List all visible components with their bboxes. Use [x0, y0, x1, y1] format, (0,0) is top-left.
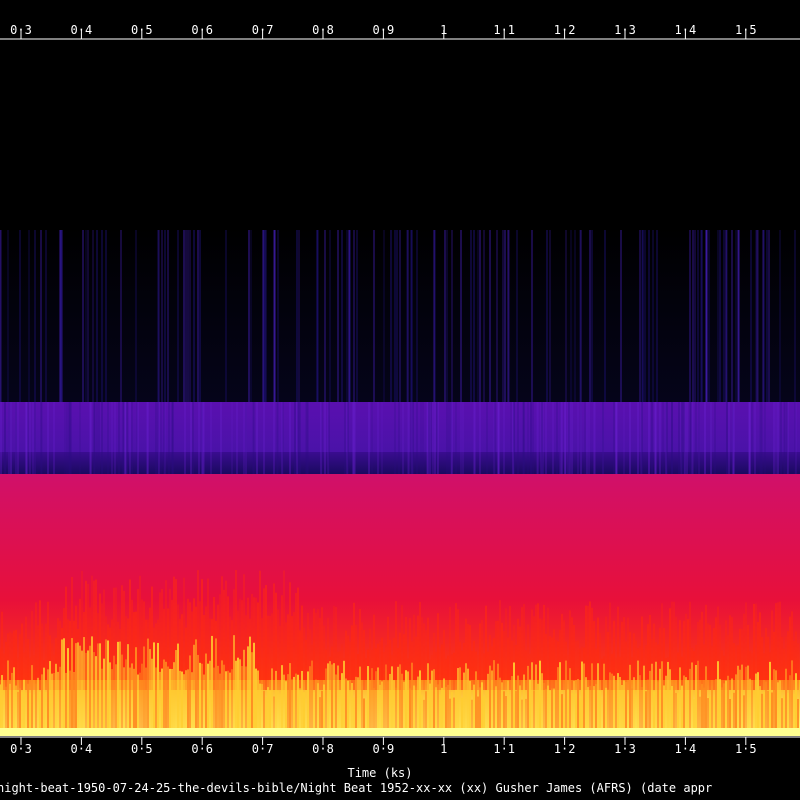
x-tick-label: 1·2	[554, 742, 576, 756]
x-tick-label: 0·3	[10, 23, 32, 37]
x-tick-label: 0·3	[10, 742, 32, 756]
x-tick-label: 1·1	[493, 23, 515, 37]
x-tick-label: 1	[440, 23, 447, 37]
x-tick-label: 0·6	[191, 23, 213, 37]
band-violet-band	[0, 402, 800, 452]
x-tick-label: 0·5	[131, 742, 153, 756]
x-tick-label: 0·4	[71, 742, 93, 756]
band-floor	[0, 728, 800, 736]
x-tick-label: 1·5	[735, 23, 757, 37]
x-tick-label: 0·8	[312, 742, 334, 756]
x-axis-label: Time (ks)	[347, 766, 413, 780]
x-tick-label: 1·4	[675, 742, 697, 756]
band-silent-top	[0, 40, 800, 228]
band-dark-gap	[0, 452, 800, 474]
x-tick-label: 1·1	[493, 742, 515, 756]
x-tick-label: 1·2	[554, 23, 576, 37]
x-tick-label: 1·3	[614, 23, 636, 37]
x-tick-label: 1·4	[675, 23, 697, 37]
x-tick-label: 0·9	[373, 23, 395, 37]
x-tick-label: 0·5	[131, 23, 153, 37]
x-tick-label: 0·6	[191, 742, 213, 756]
bottom-time-axis: 0·30·40·50·60·70·80·911·11·21·31·41·51	[0, 736, 800, 756]
x-tick-label: 0·7	[252, 23, 274, 37]
x-tick-label: 0·9	[373, 742, 395, 756]
x-tick-label: 1	[440, 742, 447, 756]
x-tick-label: 1·5	[735, 742, 757, 756]
x-tick-label: 0·8	[312, 23, 334, 37]
plot-area	[0, 40, 800, 736]
top-time-axis: 0·30·40·50·60·70·80·911·11·21·31·41·51	[0, 23, 800, 40]
band-magenta-red	[0, 474, 800, 600]
file-caption: night-beat-1950-07-24-25-the-devils-bibl…	[0, 781, 713, 795]
spectrogram: 0·3 0·4 0·5 0·6 0·7 0·8 0·9 1 1·1 1·2 1·3 1·4 1·5 1 0…	[0, 23, 800, 756]
x-tick-label: 1·3	[614, 742, 636, 756]
x-tick-label: 0·4	[71, 23, 93, 37]
x-tick-label: 0·7	[252, 742, 274, 756]
